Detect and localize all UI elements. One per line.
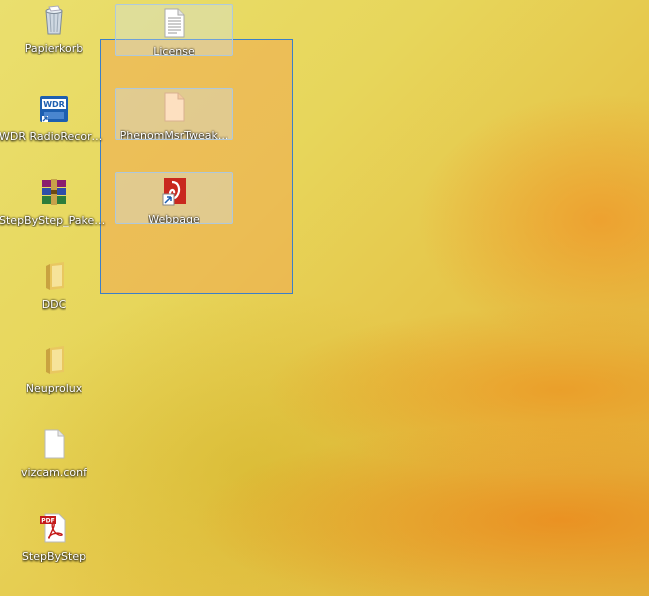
icon-label: Papierkorb (24, 42, 84, 55)
blank-file-icon (38, 428, 70, 460)
icon-label: DDC (41, 298, 67, 311)
wdr-badge-text: WDR (43, 100, 65, 109)
icon-label: WDR RadioRecorder (0, 130, 109, 143)
desktop-icon-ddc[interactable]: DDC (0, 256, 108, 336)
desktop-icon-stepbystep-pdf[interactable]: PDF StepByStep (0, 508, 108, 588)
winrar-archive-icon (38, 176, 70, 208)
icon-label: Webpage (148, 213, 200, 223)
selection-rectangle (100, 39, 293, 294)
webpage-shortcut-icon (159, 176, 189, 210)
folder-icon (38, 344, 70, 376)
icon-label: License (153, 45, 195, 55)
folder-icon (38, 260, 70, 292)
desktop-icon-papierkorb[interactable]: Papierkorb (0, 0, 108, 80)
desktop-icon-license[interactable]: License (115, 4, 233, 56)
wdr-radiorecorder-icon: WDR (38, 92, 70, 124)
text-document-icon (160, 8, 188, 42)
pdf-file-icon: PDF (38, 512, 70, 544)
recycle-bin-icon (38, 4, 70, 36)
blank-file-icon (160, 92, 188, 126)
desktop-icon-webpage[interactable]: Webpage (115, 172, 233, 224)
desktop-icon-vizcam-conf[interactable]: vizcam.conf (0, 424, 108, 504)
desktop-icon-wdr-radiorecorder[interactable]: WDR WDR RadioRecorder (0, 88, 109, 168)
icon-label: vizcam.conf (21, 466, 87, 479)
desktop-icon-neuprolux[interactable]: Neuprolux (0, 340, 108, 420)
icon-label: StepByStep_Paket_... (0, 214, 109, 227)
icon-label: StepByStep (21, 550, 87, 563)
icon-label: PhenomMsrTweak... (119, 129, 229, 139)
desktop-icon-phenommsrtweak[interactable]: PhenomMsrTweak... (115, 88, 233, 140)
icon-label: Neuprolux (25, 382, 83, 395)
desktop-icon-stepbystep-paket[interactable]: StepByStep_Paket_... (0, 172, 109, 252)
